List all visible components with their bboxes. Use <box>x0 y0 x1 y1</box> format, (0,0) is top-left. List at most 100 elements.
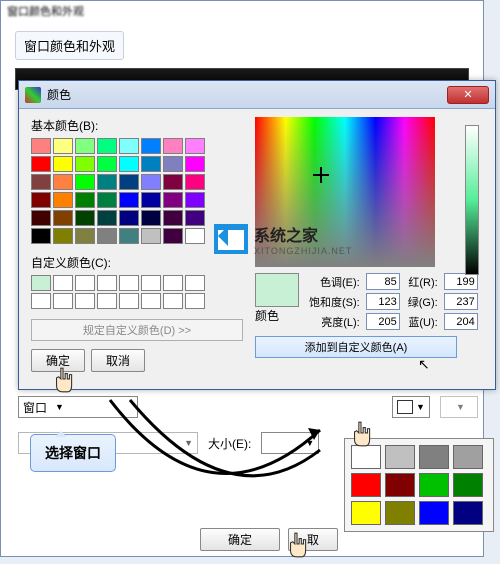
basic-swatch[interactable] <box>185 174 205 190</box>
basic-swatch[interactable] <box>163 210 183 226</box>
basic-swatch[interactable] <box>141 138 161 154</box>
basic-swatch[interactable] <box>53 228 73 244</box>
basic-swatch[interactable] <box>97 210 117 226</box>
custom-swatch[interactable] <box>163 275 183 291</box>
basic-swatch[interactable] <box>141 210 161 226</box>
custom-swatch[interactable] <box>119 293 139 309</box>
basic-swatch[interactable] <box>163 228 183 244</box>
define-custom-button[interactable]: 规定自定义颜色(D) >> <box>31 319 243 341</box>
dialog-titlebar[interactable]: 颜色 ✕ <box>19 81 495 109</box>
basic-swatch[interactable] <box>75 210 95 226</box>
custom-swatch[interactable] <box>119 275 139 291</box>
custom-swatch[interactable] <box>53 275 73 291</box>
custom-swatch[interactable] <box>163 293 183 309</box>
color1-dropdown[interactable]: ▼ <box>392 396 430 418</box>
basic-swatch[interactable] <box>75 156 95 172</box>
custom-swatch[interactable] <box>75 275 95 291</box>
palette-swatch[interactable] <box>453 501 483 525</box>
basic-swatch[interactable] <box>119 228 139 244</box>
basic-swatch[interactable] <box>119 210 139 226</box>
palette-swatch[interactable] <box>453 445 483 469</box>
palette-swatch[interactable] <box>351 501 381 525</box>
basic-swatch[interactable] <box>163 138 183 154</box>
dialog-title: 颜色 <box>47 86 447 103</box>
custom-swatch[interactable] <box>97 275 117 291</box>
color-values: 色调(E): 红(R): 饱和度(S): 绿(G): 亮度(L): 蓝(U): <box>309 273 480 330</box>
close-button[interactable]: ✕ <box>447 86 489 104</box>
basic-swatch[interactable] <box>141 192 161 208</box>
basic-swatch[interactable] <box>31 138 51 154</box>
basic-swatch[interactable] <box>53 138 73 154</box>
basic-swatch[interactable] <box>31 228 51 244</box>
basic-swatch[interactable] <box>185 138 205 154</box>
basic-swatch[interactable] <box>119 174 139 190</box>
basic-swatch[interactable] <box>97 156 117 172</box>
basic-swatch[interactable] <box>97 138 117 154</box>
palette-swatch[interactable] <box>419 501 449 525</box>
custom-swatch[interactable] <box>75 293 95 309</box>
ok-button[interactable]: 确定 <box>31 349 85 372</box>
basic-swatch[interactable] <box>75 228 95 244</box>
cancel-button[interactable]: 取消 <box>91 349 145 372</box>
basic-swatch[interactable] <box>75 138 95 154</box>
basic-swatch[interactable] <box>31 192 51 208</box>
basic-swatch[interactable] <box>97 174 117 190</box>
red-input[interactable] <box>444 273 478 290</box>
basic-swatch[interactable] <box>53 192 73 208</box>
basic-swatch[interactable] <box>185 192 205 208</box>
basic-swatch[interactable] <box>53 156 73 172</box>
outer-ok-button[interactable]: 确定 <box>200 528 280 551</box>
size-label: 大小(E): <box>208 435 251 452</box>
basic-swatch[interactable] <box>53 174 73 190</box>
basic-swatch[interactable] <box>163 156 183 172</box>
basic-swatch[interactable] <box>185 156 205 172</box>
palette-swatch[interactable] <box>385 473 415 497</box>
palette-swatch[interactable] <box>453 473 483 497</box>
basic-swatch[interactable] <box>185 228 205 244</box>
basic-swatch[interactable] <box>97 228 117 244</box>
basic-swatch[interactable] <box>141 156 161 172</box>
basic-swatch[interactable] <box>119 192 139 208</box>
basic-swatch[interactable] <box>53 210 73 226</box>
add-to-custom-button[interactable]: 添加到自定义颜色(A) <box>255 336 457 358</box>
blue-input[interactable] <box>444 313 478 330</box>
basic-swatch[interactable] <box>75 174 95 190</box>
chevron-down-icon: ▼ <box>184 438 193 448</box>
item-dropdown[interactable]: 窗口 ▼ <box>18 396 138 418</box>
custom-swatch[interactable] <box>97 293 117 309</box>
basic-swatch[interactable] <box>141 228 161 244</box>
palette-swatch[interactable] <box>419 445 449 469</box>
custom-swatch[interactable] <box>53 293 73 309</box>
basic-swatch[interactable] <box>185 210 205 226</box>
custom-swatch[interactable] <box>141 275 161 291</box>
hue-input[interactable] <box>366 273 400 290</box>
palette-swatch[interactable] <box>351 473 381 497</box>
size-dropdown[interactable]: ▼ <box>261 432 319 454</box>
outer-cancel-button[interactable]: 取 <box>288 528 338 551</box>
basic-swatch[interactable] <box>163 174 183 190</box>
sat-input[interactable] <box>366 293 400 310</box>
basic-swatch[interactable] <box>163 192 183 208</box>
palette-swatch[interactable] <box>351 445 381 469</box>
palette-swatch[interactable] <box>385 445 415 469</box>
basic-swatch[interactable] <box>31 156 51 172</box>
custom-swatch[interactable] <box>185 275 205 291</box>
basic-swatch[interactable] <box>31 174 51 190</box>
luminance-slider[interactable] <box>465 125 479 275</box>
custom-swatch[interactable] <box>141 293 161 309</box>
palette-swatch[interactable] <box>385 501 415 525</box>
basic-swatch[interactable] <box>75 192 95 208</box>
basic-swatch[interactable] <box>141 174 161 190</box>
custom-swatch[interactable] <box>31 293 51 309</box>
custom-swatch[interactable] <box>31 275 51 291</box>
palette-swatch[interactable] <box>419 473 449 497</box>
basic-swatch[interactable] <box>119 138 139 154</box>
green-input[interactable] <box>444 293 478 310</box>
watermark-icon <box>214 224 248 254</box>
basic-swatch[interactable] <box>97 192 117 208</box>
basic-swatch[interactable] <box>119 156 139 172</box>
color2-dropdown[interactable]: ▼ <box>440 396 478 418</box>
basic-swatch[interactable] <box>31 210 51 226</box>
custom-swatch[interactable] <box>185 293 205 309</box>
lum-input[interactable] <box>366 313 400 330</box>
